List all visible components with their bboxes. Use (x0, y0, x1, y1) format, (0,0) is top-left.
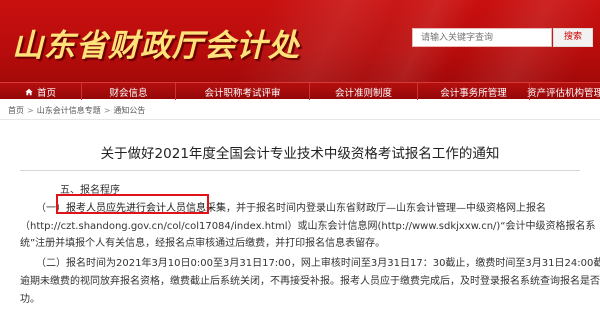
nav-item-finance-info[interactable]: 财会信息 (82, 83, 176, 100)
search-input[interactable] (412, 28, 552, 47)
nav-item-home[interactable]: 首页 (0, 83, 82, 100)
breadcrumb: 首页 > 山东会计信息专题 > 通知公告 (8, 105, 145, 116)
paragraph-line: （http://czt.shandong.gov.cn/col/col17084… (20, 221, 596, 232)
highlight-annotation (56, 194, 209, 214)
nav-item-label: 首页 (36, 87, 56, 99)
search-button[interactable]: 搜索 (553, 28, 593, 47)
divider (0, 119, 600, 120)
nav-item-label: 资产评估机构管理 (527, 87, 600, 99)
nav-item-appraisal-management[interactable]: 资产评估机构管理 (527, 83, 600, 100)
site-title: 山东省财政厅会计处 (12, 28, 300, 64)
nav-item-exam-review[interactable]: 会计职称考试评审 (176, 83, 310, 100)
breadcrumb-topic[interactable]: 山东会计信息专题 (37, 105, 101, 116)
nav-item-label: 会计准则制度 (334, 87, 392, 99)
nav-item-label: 会计事务所管理 (440, 87, 507, 99)
paragraph-line: （二）报名时间为2021年3月10日0:00至3月31日17:00，网上审核时间… (36, 258, 600, 269)
site-banner: 山东省财政厅会计处 搜索 (0, 0, 600, 82)
main-nav: 首页 财会信息 会计职称考试评审 会计准则制度 会计事务所管理 资产评估机构管理 (0, 82, 600, 100)
paragraph-line: 功。 (20, 294, 40, 305)
breadcrumb-notices[interactable]: 通知公告 (113, 105, 145, 116)
nav-item-label: 会计职称考试评审 (204, 87, 281, 99)
article-title: 关于做好2021年度全国会计专业技术中级资格考试报名工作的通知 (100, 146, 500, 162)
nav-item-firm-management[interactable]: 会计事务所管理 (418, 83, 530, 100)
home-icon (25, 88, 33, 95)
breadcrumb-home[interactable]: 首页 (8, 105, 24, 116)
nav-item-label: 财会信息 (109, 87, 148, 99)
divider (20, 170, 580, 171)
paragraph-line: 统”注册并填报个人有关信息，经报名点审核通过后缴费，并打印报名信息表留存。 (20, 238, 386, 249)
paragraph-text: ，并于报名时间内登录山东省财政厅—山东会计管理—中级资格网上报名 (226, 203, 546, 214)
breadcrumb-separator: > (103, 106, 111, 115)
nav-item-standards[interactable]: 会计准则制度 (310, 83, 418, 100)
paragraph-line: 逾期未缴费的视同放弃报名资格，缴费截止后系统关闭，不再接受补报。报考人员应于缴费… (20, 276, 600, 287)
breadcrumb-separator: > (27, 106, 34, 115)
